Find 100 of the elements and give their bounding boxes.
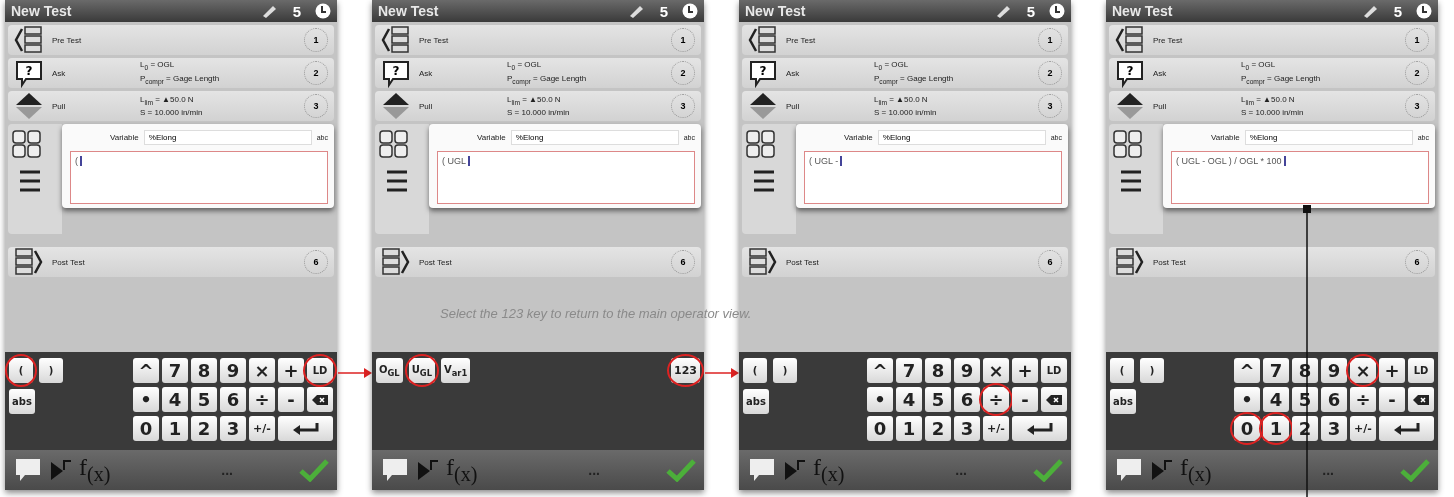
keyboard-key[interactable]: ÷ [1350, 387, 1376, 412]
keyboard-key[interactable]: abs [743, 389, 769, 414]
test-step-row[interactable]: Post Test 6 [1109, 247, 1435, 277]
variable-name-field[interactable]: %Elong [510, 130, 679, 145]
keyboard-key[interactable]: ^ [1234, 358, 1260, 383]
test-step-row[interactable]: Post Test 6 [375, 247, 701, 277]
keyboard-key[interactable]: 3 [954, 416, 980, 441]
play-step-icon[interactable] [49, 458, 73, 482]
test-step-row[interactable]: Pull L$_{lim}$ = ▲50.0 N S = 10.000 in/min 3 [1109, 91, 1435, 121]
test-step-row[interactable]: Pre Test 1 [1109, 25, 1435, 55]
speech-bubble-icon[interactable] [13, 457, 43, 483]
test-step-row[interactable]: Pre Test 1 [8, 25, 334, 55]
keyboard-key[interactable]: 4 [162, 387, 188, 412]
checkmark-icon[interactable] [299, 458, 329, 482]
keyboard-key[interactable]: abs [9, 389, 35, 414]
keyboard-key[interactable]: 3 [1321, 416, 1347, 441]
test-step-row[interactable]: ? Ask L$_{0}$ = OGL P$_{compr}$ = Gage Length 2 [742, 58, 1068, 88]
test-step-row[interactable]: Pull L$_{lim}$ = ▲50.0 N S = 10.000 in/min 3 [8, 91, 334, 121]
checkmark-icon[interactable] [1033, 458, 1063, 482]
keyboard-key[interactable]: 6 [1321, 387, 1347, 412]
keyboard-key[interactable]: 7 [896, 358, 922, 383]
keyboard-key[interactable]: ) [1140, 358, 1164, 383]
keyboard-key[interactable]: 8 [925, 358, 951, 383]
variable-name-field[interactable]: %Elong [143, 130, 312, 145]
test-step-row[interactable]: Pre Test 1 [375, 25, 701, 55]
keyboard-key[interactable]: 5 [925, 387, 951, 412]
test-step-row[interactable]: Pre Test 1 [742, 25, 1068, 55]
variable-name-field[interactable]: %Elong [877, 130, 1046, 145]
calculator-icon[interactable] [379, 130, 409, 158]
status-count[interactable]: 5 [1393, 2, 1402, 20]
keyboard-key[interactable]: ) [773, 358, 797, 383]
clock-icon[interactable] [682, 3, 698, 19]
keyboard-key[interactable]: 7 [1263, 358, 1289, 383]
calculator-icon[interactable] [746, 130, 776, 158]
keyboard-key[interactable]: 1 [162, 416, 188, 441]
backspace-key[interactable] [1408, 387, 1434, 412]
keyboard-key[interactable]: 2 [191, 416, 217, 441]
keyboard-key[interactable]: ) [39, 358, 63, 383]
expression-field[interactable]: ( UGL - OGL ) / OGL * 100 [1171, 151, 1429, 204]
checkmark-icon[interactable] [1400, 458, 1430, 482]
keyboard-key[interactable]: O$_{GL}$ [376, 358, 403, 383]
keyboard-key[interactable]: 0 [867, 416, 893, 441]
keyboard-key[interactable]: 6 [220, 387, 246, 412]
keyboard-key[interactable]: • [133, 387, 159, 412]
keyboard-key[interactable]: ( [743, 358, 767, 383]
keyboard-key[interactable]: 1 [896, 416, 922, 441]
keyboard-key[interactable]: V$_{ar1}$ [440, 358, 471, 383]
keyboard-key[interactable]: × [983, 358, 1009, 383]
status-count[interactable]: 5 [659, 2, 668, 20]
expression-field[interactable]: ( [70, 151, 328, 204]
keyboard-key[interactable]: 4 [896, 387, 922, 412]
test-step-row[interactable]: Pull L$_{lim}$ = ▲50.0 N S = 10.000 in/min 3 [742, 91, 1068, 121]
test-step-row[interactable]: Post Test 6 [8, 247, 334, 277]
keyboard-key[interactable]: +/- [249, 416, 275, 441]
keyboard-key[interactable]: × [249, 358, 275, 383]
keyboard-key[interactable]: 6 [954, 387, 980, 412]
test-step-row[interactable]: ? Ask L$_{0}$ = OGL P$_{compr}$ = Gage Length 2 [1109, 58, 1435, 88]
calculator-icon[interactable] [1113, 130, 1143, 158]
speech-bubble-icon[interactable] [747, 457, 777, 483]
keyboard-key[interactable]: ^ [867, 358, 893, 383]
clock-icon[interactable] [1049, 3, 1065, 19]
enter-key[interactable] [1012, 416, 1067, 441]
keyboard-key[interactable]: - [1012, 387, 1038, 412]
keyboard-key[interactable]: • [1234, 387, 1260, 412]
keyboard-key[interactable]: +/- [983, 416, 1009, 441]
keyboard-key[interactable]: - [278, 387, 304, 412]
keyboard-key[interactable]: 0 [133, 416, 159, 441]
keyboard-key[interactable]: 9 [220, 358, 246, 383]
backspace-key[interactable] [1041, 387, 1067, 412]
keyboard-key[interactable]: abs [1110, 389, 1136, 414]
clock-icon[interactable] [1416, 3, 1432, 19]
speech-bubble-icon[interactable] [1114, 457, 1144, 483]
keyboard-key[interactable]: 5 [191, 387, 217, 412]
keyboard-key[interactable]: + [278, 358, 304, 383]
keyboard-key[interactable]: 9 [1321, 358, 1347, 383]
variable-name-field[interactable]: %Elong [1244, 130, 1413, 145]
play-step-icon[interactable] [416, 458, 440, 482]
keyboard-key[interactable]: + [1379, 358, 1405, 383]
keyboard-key[interactable]: 8 [191, 358, 217, 383]
keyboard-key[interactable]: 4 [1263, 387, 1289, 412]
test-step-row[interactable]: Post Test 6 [742, 247, 1068, 277]
backspace-key[interactable] [307, 387, 333, 412]
checkmark-icon[interactable] [666, 458, 696, 482]
keyboard-key[interactable]: + [1012, 358, 1038, 383]
status-count[interactable]: 5 [1026, 2, 1035, 20]
keyboard-key[interactable]: ( [1110, 358, 1134, 383]
test-step-row[interactable]: ? Ask L$_{0}$ = OGL P$_{compr}$ = Gage Length 2 [375, 58, 701, 88]
keyboard-key[interactable]: +/- [1350, 416, 1376, 441]
expression-field[interactable]: ( UGL [437, 151, 695, 204]
keyboard-key[interactable]: LD [1408, 358, 1434, 383]
status-count[interactable]: 5 [292, 2, 301, 20]
calculator-icon[interactable] [12, 130, 42, 158]
expression-field[interactable]: ( UGL - [804, 151, 1062, 204]
enter-key[interactable] [278, 416, 333, 441]
play-step-icon[interactable] [1150, 458, 1174, 482]
keyboard-key[interactable]: 7 [162, 358, 188, 383]
keyboard-key[interactable]: 3 [220, 416, 246, 441]
test-step-row[interactable]: Pull L$_{lim}$ = ▲50.0 N S = 10.000 in/min 3 [375, 91, 701, 121]
play-step-icon[interactable] [783, 458, 807, 482]
keyboard-key[interactable]: - [1379, 387, 1405, 412]
